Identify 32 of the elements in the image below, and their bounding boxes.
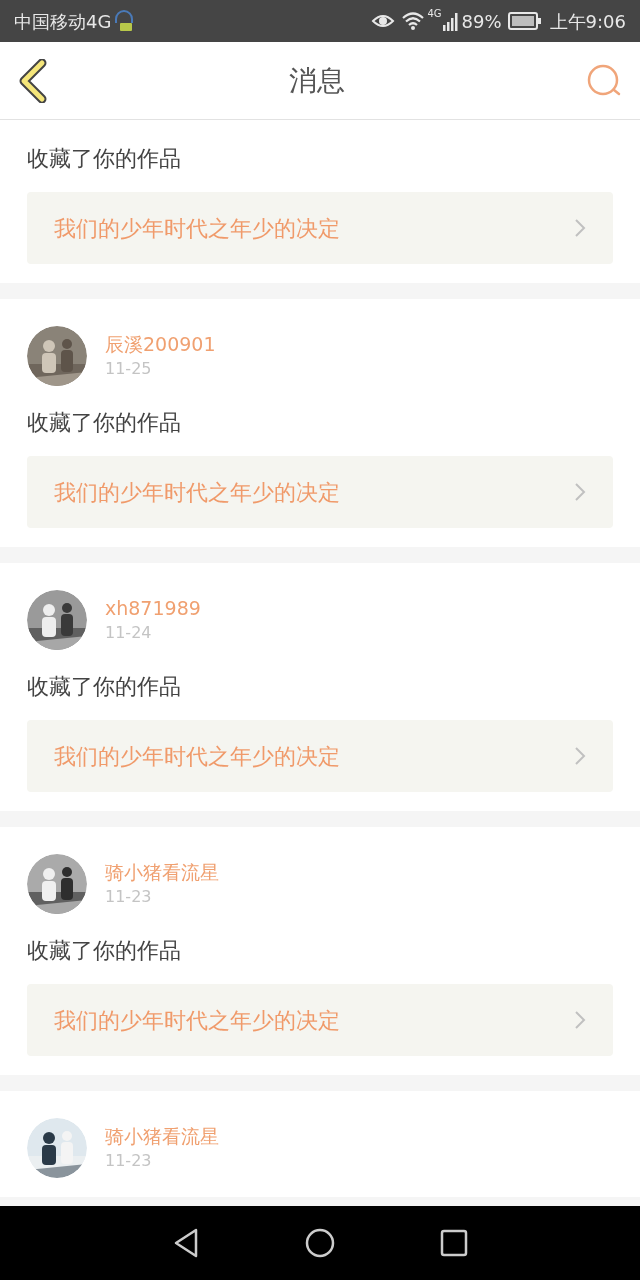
chevron-right-icon [574,746,586,766]
eye-icon [371,12,396,30]
network-type-text: 4G [427,7,442,21]
recents-nav-icon[interactable] [439,1229,468,1257]
username[interactable]: xh871989 [105,595,201,621]
battery-icon [507,12,542,30]
home-nav-icon[interactable] [305,1228,335,1258]
chevron-right-icon [574,218,586,238]
work-link[interactable]: 我们的少年时代之年少的决定 [27,192,613,264]
clock-text: 上午9:06 [549,9,626,34]
carrier-text: 中国移动4G [14,9,112,34]
message-text: 收藏了你的作品 [27,673,182,701]
message-date: 11-23 [105,886,153,908]
signal-icon [441,11,460,31]
work-link[interactable]: 我们的少年时代之年少的决定 [27,984,613,1056]
wifi-icon [401,11,426,31]
message-text: 收藏了你的作品 [27,145,182,173]
work-link[interactable]: 我们的少年时代之年少的决定 [27,456,613,528]
message-date: 11-25 [105,358,153,380]
message-date: 11-24 [105,622,153,644]
message-text: 收藏了你的作品 [27,937,182,965]
work-link[interactable]: 我们的少年时代之年少的决定 [27,720,613,792]
chevron-right-icon [574,482,586,502]
message-date: 11-23 [105,1150,153,1172]
back-icon[interactable] [18,58,48,103]
page-title: 消息 [289,62,345,99]
username[interactable]: 骑小猪看流星 [105,859,219,885]
username[interactable]: 骑小猪看流星 [105,1123,219,1149]
battery-percent-text: 89% [461,9,502,34]
message-text: 收藏了你的作品 [27,409,182,437]
chevron-right-icon [574,1010,586,1030]
username[interactable]: 辰溪200901 [105,331,216,357]
